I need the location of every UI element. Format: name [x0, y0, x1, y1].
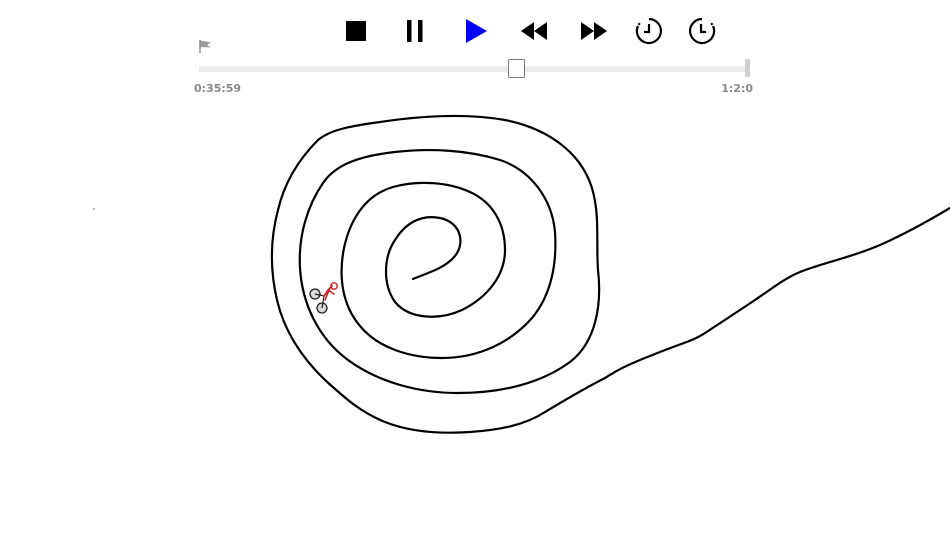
history-back-icon: [635, 17, 662, 45]
rewind-icon: [521, 22, 547, 40]
pause-icon: [407, 20, 423, 42]
history-forward-icon: [689, 17, 716, 45]
timeline-slider[interactable]: [199, 59, 751, 78]
track-line: [270, 114, 950, 434]
timeline-track[interactable]: [199, 66, 747, 72]
total-time: 1:2:0: [721, 82, 753, 95]
history-back-button[interactable]: [632, 14, 666, 48]
play-icon: [466, 19, 487, 43]
game-stage: 0:35:59 1:2:0: [0, 0, 950, 534]
game-canvas: [93, 114, 950, 434]
stop-icon: [346, 21, 366, 41]
pause-button[interactable]: [398, 14, 432, 48]
stop-button[interactable]: [339, 14, 373, 48]
fast-forward-button[interactable]: [577, 14, 611, 48]
checkpoint-flag-icon: [199, 40, 211, 53]
bike-rider: [309, 282, 338, 314]
current-time: 0:35:59: [194, 82, 242, 95]
rewind-button[interactable]: [517, 14, 551, 48]
timeline-thumb[interactable]: [508, 59, 525, 78]
play-button[interactable]: [459, 14, 493, 48]
playback-toolbar: [0, 0, 950, 60]
timeline-end-marker: [745, 59, 750, 77]
checkpoint-flag-button[interactable]: [197, 38, 213, 54]
fast-forward-icon: [581, 22, 607, 40]
history-forward-button[interactable]: [685, 14, 719, 48]
track-dot: [93, 208, 95, 210]
